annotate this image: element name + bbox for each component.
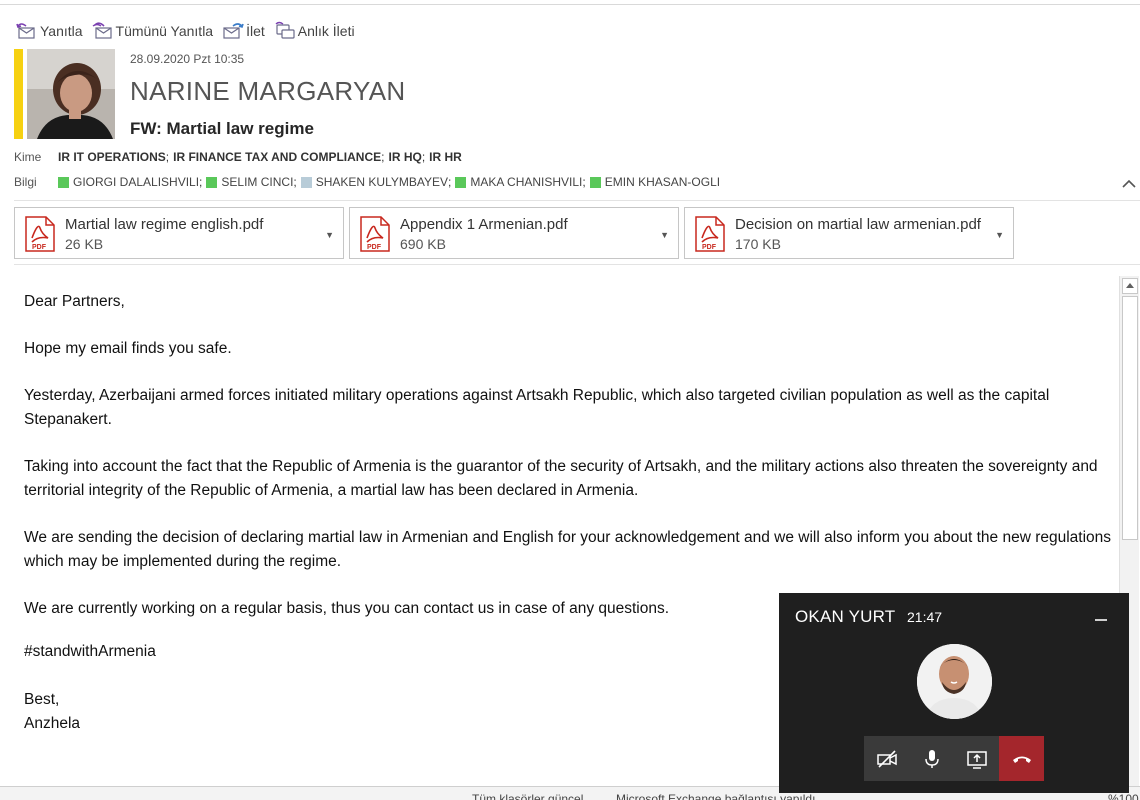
body-paragraph: Hope my email finds you safe. (24, 340, 232, 357)
share-screen-button[interactable] (954, 736, 999, 781)
to-recipient[interactable]: IR IT OPERATIONS (58, 150, 166, 164)
hang-up-icon (1012, 756, 1031, 763)
pdf-file-icon: PDF (360, 216, 390, 252)
cc-recipient[interactable]: SELIM CINCI; (206, 175, 300, 189)
instant-message-label: Anlık İleti (297, 23, 355, 39)
presence-status-icon (206, 176, 218, 188)
cc-recipient[interactable]: EMIN KHASAN-OGLI (589, 175, 720, 189)
video-off-button[interactable] (864, 736, 909, 781)
presence-status-icon (300, 176, 312, 188)
attachments-divider (14, 264, 1140, 265)
reading-pane-toolbar: Yanıtla Tümünü Yanıtla İlet Anlık İleti (16, 20, 364, 42)
status-zoom[interactable]: %100 (1108, 792, 1139, 800)
presence-status-icon (58, 176, 69, 188)
body-paragraph: Yesterday, Azerbaijani armed forces init… (24, 387, 1050, 428)
scrollbar-thumb[interactable] (1122, 296, 1138, 540)
to-recipients-row: Kime IR IT OPERATIONS; IR FINANCE TAX AN… (14, 150, 462, 164)
attachment-dropdown-icon[interactable]: ▼ (325, 230, 334, 240)
reply-icon (16, 23, 35, 39)
presence-status-icon (589, 176, 601, 188)
pdf-file-icon: PDF (25, 216, 55, 252)
microphone-icon (924, 749, 939, 768)
svg-text:PDF: PDF (702, 244, 717, 251)
attachment-size: 170 KB (735, 236, 781, 252)
body-greeting: Dear Partners, (24, 293, 125, 310)
reply-label: Yanıtla (40, 23, 83, 39)
attachment-item[interactable]: PDF Appendix 1 Armenian.pdf 690 KB ▼ (349, 207, 679, 259)
sender-photo (27, 49, 115, 139)
attachment-name: Martial law regime english.pdf (65, 216, 264, 233)
status-connection: Microsoft Exchange bağlantısı yapıldı. (616, 792, 819, 800)
cc-recipient[interactable]: SHAKEN KULYMBAYEV; (300, 175, 456, 189)
header-divider (14, 200, 1140, 201)
to-label: Kime (14, 150, 42, 164)
attachment-name: Decision on martial law armenian.pdf (735, 216, 981, 233)
attachment-item[interactable]: PDF Martial law regime english.pdf 26 KB… (14, 207, 344, 259)
category-color-bar (14, 49, 23, 139)
message-subject: FW: Martial law regime (130, 119, 314, 138)
to-recipient[interactable]: IR HQ (388, 150, 421, 164)
cc-recipient[interactable]: MAKA CHANISHVILI; (455, 175, 589, 189)
hang-up-button[interactable] (999, 736, 1044, 781)
cc-label: Bilgi (14, 175, 37, 189)
body-paragraph: We are sending the decision of declaring… (24, 529, 1112, 570)
forward-button[interactable]: İlet (222, 21, 265, 41)
call-controls (864, 736, 1044, 781)
attachment-size: 26 KB (65, 236, 104, 252)
to-recipient[interactable]: IR HR (429, 150, 462, 164)
call-window[interactable]: OKAN YURT 21:47 (779, 593, 1129, 793)
caller-avatar (917, 644, 992, 719)
caller-name: OKAN YURT (795, 607, 896, 626)
reply-all-label: Tümünü Yanıtla (115, 23, 214, 39)
reply-all-button[interactable]: Tümünü Yanıtla (92, 21, 214, 41)
video-off-icon (876, 749, 897, 768)
pdf-file-icon: PDF (695, 216, 725, 252)
share-screen-icon (966, 750, 987, 769)
collapse-header-icon[interactable] (1120, 175, 1138, 193)
presence-status-icon (455, 176, 467, 188)
attachment-item[interactable]: PDF Decision on martial law armenian.pdf… (684, 207, 1014, 259)
top-border (0, 4, 1140, 5)
instant-message-button[interactable]: Anlık İleti (274, 21, 355, 41)
attachment-dropdown-icon[interactable]: ▼ (995, 230, 1004, 240)
status-folders: Tüm klasörler güncel. (472, 792, 587, 800)
scroll-up-icon[interactable] (1122, 278, 1138, 294)
message-date: 28.09.2020 Pzt 10:35 (130, 52, 245, 66)
forward-label: İlet (246, 23, 265, 39)
svg-text:PDF: PDF (367, 244, 382, 251)
to-recipient[interactable]: IR FINANCE TAX AND COMPLIANCE (173, 150, 381, 164)
cc-recipients-row: Bilgi GIORGI DALALISHVILI; SELIM CINCI; … (14, 175, 720, 189)
instant-message-icon (275, 21, 295, 39)
attachments-bar: PDF Martial law regime english.pdf 26 KB… (14, 207, 1019, 259)
reply-all-icon (92, 22, 112, 39)
svg-text:PDF: PDF (32, 244, 47, 251)
minimize-icon[interactable] (1095, 619, 1107, 621)
sender-avatar[interactable] (27, 49, 115, 139)
attachment-name: Appendix 1 Armenian.pdf (400, 216, 568, 233)
body-paragraph: Taking into account the fact that the Re… (24, 458, 1098, 499)
cc-recipient[interactable]: GIORGI DALALISHVILI; (58, 175, 206, 189)
reply-button[interactable]: Yanıtla (16, 21, 83, 41)
call-time: 21:47 (907, 609, 943, 625)
microphone-button[interactable] (909, 736, 954, 781)
forward-icon (223, 23, 244, 39)
sender-name[interactable]: NARINE MARGARYAN (130, 76, 405, 107)
caller-photo (917, 644, 992, 719)
attachment-dropdown-icon[interactable]: ▼ (660, 230, 669, 240)
attachment-size: 690 KB (400, 236, 446, 252)
